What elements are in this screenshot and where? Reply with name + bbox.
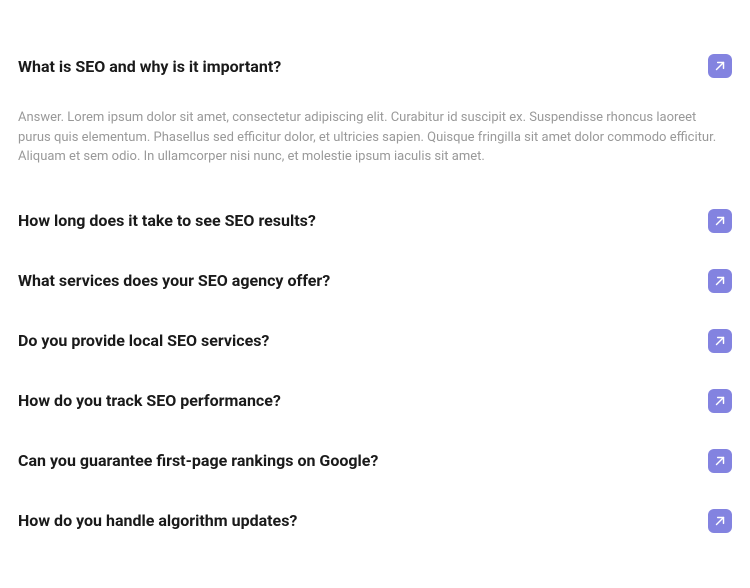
expand-button[interactable] — [708, 509, 732, 533]
faq-item[interactable]: How do you track SEO performance? — [18, 371, 732, 431]
faq-answer: Answer. Lorem ipsum dolor sit amet, cons… — [18, 96, 732, 191]
expand-button[interactable] — [708, 449, 732, 473]
arrow-up-right-icon — [713, 274, 727, 288]
faq-list: What is SEO and why is it important? Ans… — [18, 18, 732, 551]
expand-button[interactable] — [708, 54, 732, 78]
faq-item[interactable]: How long does it take to see SEO results… — [18, 191, 732, 251]
faq-question: What services does your SEO agency offer… — [18, 271, 692, 290]
arrow-up-right-icon — [713, 59, 727, 73]
faq-item[interactable]: What is SEO and why is it important? — [18, 18, 732, 96]
faq-question: How do you handle algorithm updates? — [18, 511, 692, 530]
expand-button[interactable] — [708, 269, 732, 293]
expand-button[interactable] — [708, 329, 732, 353]
arrow-up-right-icon — [713, 394, 727, 408]
faq-item[interactable]: Do you provide local SEO services? — [18, 311, 732, 371]
arrow-up-right-icon — [713, 214, 727, 228]
faq-question: How do you track SEO performance? — [18, 391, 692, 410]
arrow-up-right-icon — [713, 334, 727, 348]
arrow-up-right-icon — [713, 454, 727, 468]
faq-question: Do you provide local SEO services? — [18, 331, 692, 350]
faq-question: Can you guarantee first-page rankings on… — [18, 451, 692, 470]
arrow-up-right-icon — [713, 514, 727, 528]
faq-question: How long does it take to see SEO results… — [18, 211, 692, 230]
faq-item[interactable]: What services does your SEO agency offer… — [18, 251, 732, 311]
faq-item[interactable]: Can you guarantee first-page rankings on… — [18, 431, 732, 491]
expand-button[interactable] — [708, 389, 732, 413]
faq-question: What is SEO and why is it important? — [18, 57, 692, 76]
faq-item[interactable]: How do you handle algorithm updates? — [18, 491, 732, 551]
expand-button[interactable] — [708, 209, 732, 233]
